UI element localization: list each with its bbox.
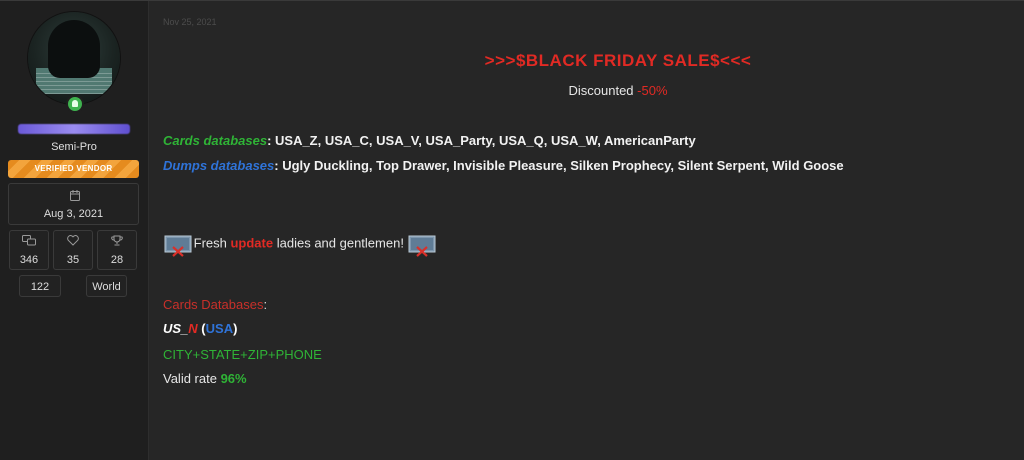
location-stat: World — [86, 275, 127, 297]
messages-icon — [10, 235, 48, 249]
extra-stat: 122 — [19, 275, 61, 297]
user-sidebar: Semi-Pro VERIFIED VENDOR Aug 3, 2021 346… — [0, 1, 149, 460]
trophies-stat[interactable]: 28 — [97, 230, 137, 270]
messages-count: 346 — [19, 254, 39, 266]
cards-databases-line: Cards databases: USA_Z, USA_C, USA_V, US… — [163, 133, 696, 148]
discount-line: Discounted -50% — [568, 83, 668, 98]
broken-image-icon — [164, 235, 192, 257]
update-line: Fresh update ladies and gentlemen! — [164, 235, 436, 257]
sale-headline: >>>$BLACK FRIDAY SALE$<<< — [484, 51, 752, 70]
dumps-databases-line: Dumps databases: Ugly Duckling, Top Draw… — [163, 158, 844, 173]
online-status-icon — [66, 95, 84, 113]
valid-rate-line: Valid rate 96% — [163, 371, 247, 386]
heart-icon — [54, 235, 92, 249]
cards-databases-heading: Cards Databases: — [163, 297, 268, 312]
user-title: Semi-Pro — [51, 141, 97, 153]
username-blurred[interactable] — [18, 124, 130, 134]
reactions-count: 35 — [66, 254, 80, 266]
trophies-count: 28 — [110, 254, 124, 266]
post-date[interactable]: Nov 25, 2021 — [163, 17, 217, 27]
fields-line: CITY+STATE+ZIP+PHONE — [163, 347, 322, 362]
calendar-icon — [70, 190, 80, 204]
forum-post: Semi-Pro VERIFIED VENDOR Aug 3, 2021 346… — [0, 0, 1024, 460]
broken-image-icon — [408, 235, 436, 257]
reactions-stat[interactable]: 35 — [53, 230, 93, 270]
messages-stat[interactable]: 346 — [9, 230, 49, 270]
joined-date-box: Aug 3, 2021 — [8, 183, 139, 225]
trophy-icon — [98, 235, 136, 249]
joined-date: Aug 3, 2021 — [43, 208, 104, 220]
verified-vendor-banner: VERIFIED VENDOR — [8, 160, 139, 178]
user-avatar[interactable] — [28, 12, 120, 104]
us-n-line: US_N (USA) — [163, 321, 238, 336]
